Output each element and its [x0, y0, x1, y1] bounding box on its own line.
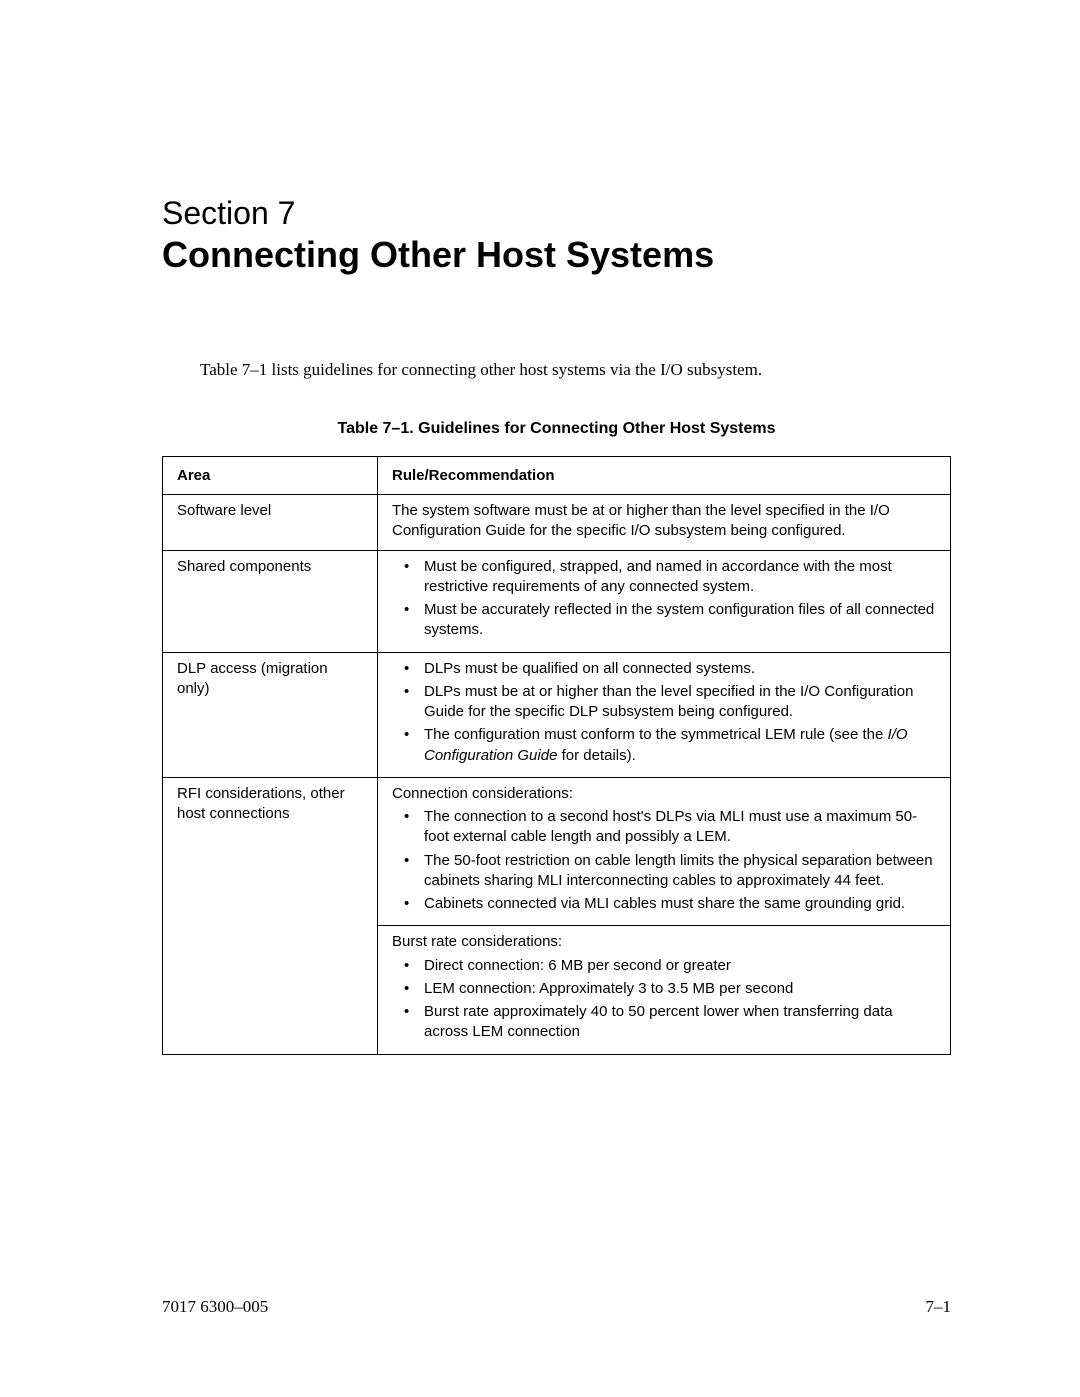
- cell-rule: Must be configured, strapped, and named …: [378, 550, 951, 652]
- list-item: The configuration must conform to the sy…: [392, 725, 936, 766]
- cell-rule: DLPs must be qualified on all connected …: [378, 652, 951, 777]
- list-item: Must be configured, strapped, and named …: [392, 557, 936, 598]
- bullet-list: Direct connection: 6 MB per second or gr…: [392, 956, 936, 1043]
- table-caption: Table 7–1. Guidelines for Connecting Oth…: [162, 420, 951, 438]
- bullet-list: Must be configured, strapped, and named …: [392, 557, 936, 641]
- list-item: Direct connection: 6 MB per second or gr…: [392, 956, 936, 976]
- list-item: Must be accurately reflected in the syst…: [392, 600, 936, 641]
- cell-rule: Connection considerations: The connectio…: [378, 777, 951, 926]
- document-page: Section 7 Connecting Other Host Systems …: [0, 0, 1080, 1055]
- intro-paragraph: Table 7–1 lists guidelines for connectin…: [162, 360, 951, 380]
- cell-area: RFI considerations, other host connectio…: [163, 777, 378, 926]
- cell-area: Software level: [163, 495, 378, 551]
- table-row: Burst rate considerations: Direct connec…: [163, 926, 951, 1054]
- section-title: Connecting Other Host Systems: [162, 234, 951, 276]
- header-rule: Rule/Recommendation: [378, 457, 951, 495]
- bullet-list: The connection to a second host's DLPs v…: [392, 807, 936, 914]
- list-item: The 50-foot restriction on cable length …: [392, 851, 936, 892]
- text-span: for details).: [557, 747, 635, 764]
- sub-heading: Connection considerations:: [392, 784, 936, 804]
- cell-area: Shared components: [163, 550, 378, 652]
- list-item: LEM connection: Approximately 3 to 3.5 M…: [392, 979, 936, 999]
- section-label: Section 7: [162, 195, 951, 232]
- bullet-list: DLPs must be qualified on all connected …: [392, 659, 936, 766]
- table-row: DLP access (migration only) DLPs must be…: [163, 652, 951, 777]
- cell-area-empty: [163, 926, 378, 1054]
- list-item: Cabinets connected via MLI cables must s…: [392, 894, 936, 914]
- list-item: DLPs must be at or higher than the level…: [392, 682, 936, 723]
- cell-rule: The system software must be at or higher…: [378, 495, 951, 551]
- table-row: Software level The system software must …: [163, 495, 951, 551]
- sub-heading: Burst rate considerations:: [392, 932, 936, 952]
- text-span: The configuration must conform to the sy…: [424, 726, 888, 743]
- table-row: RFI considerations, other host connectio…: [163, 777, 951, 926]
- guidelines-table: Area Rule/Recommendation Software level …: [162, 456, 951, 1055]
- list-item: Burst rate approximately 40 to 50 percen…: [392, 1002, 936, 1043]
- cell-rule: Burst rate considerations: Direct connec…: [378, 926, 951, 1054]
- list-item: The connection to a second host's DLPs v…: [392, 807, 936, 848]
- cell-area: DLP access (migration only): [163, 652, 378, 777]
- page-footer: 7017 6300–005 7–1: [162, 1297, 951, 1317]
- footer-doc-number: 7017 6300–005: [162, 1297, 268, 1317]
- list-item: DLPs must be qualified on all connected …: [392, 659, 936, 679]
- header-area: Area: [163, 457, 378, 495]
- table-row: Shared components Must be configured, st…: [163, 550, 951, 652]
- table-header-row: Area Rule/Recommendation: [163, 457, 951, 495]
- footer-page-number: 7–1: [926, 1297, 952, 1317]
